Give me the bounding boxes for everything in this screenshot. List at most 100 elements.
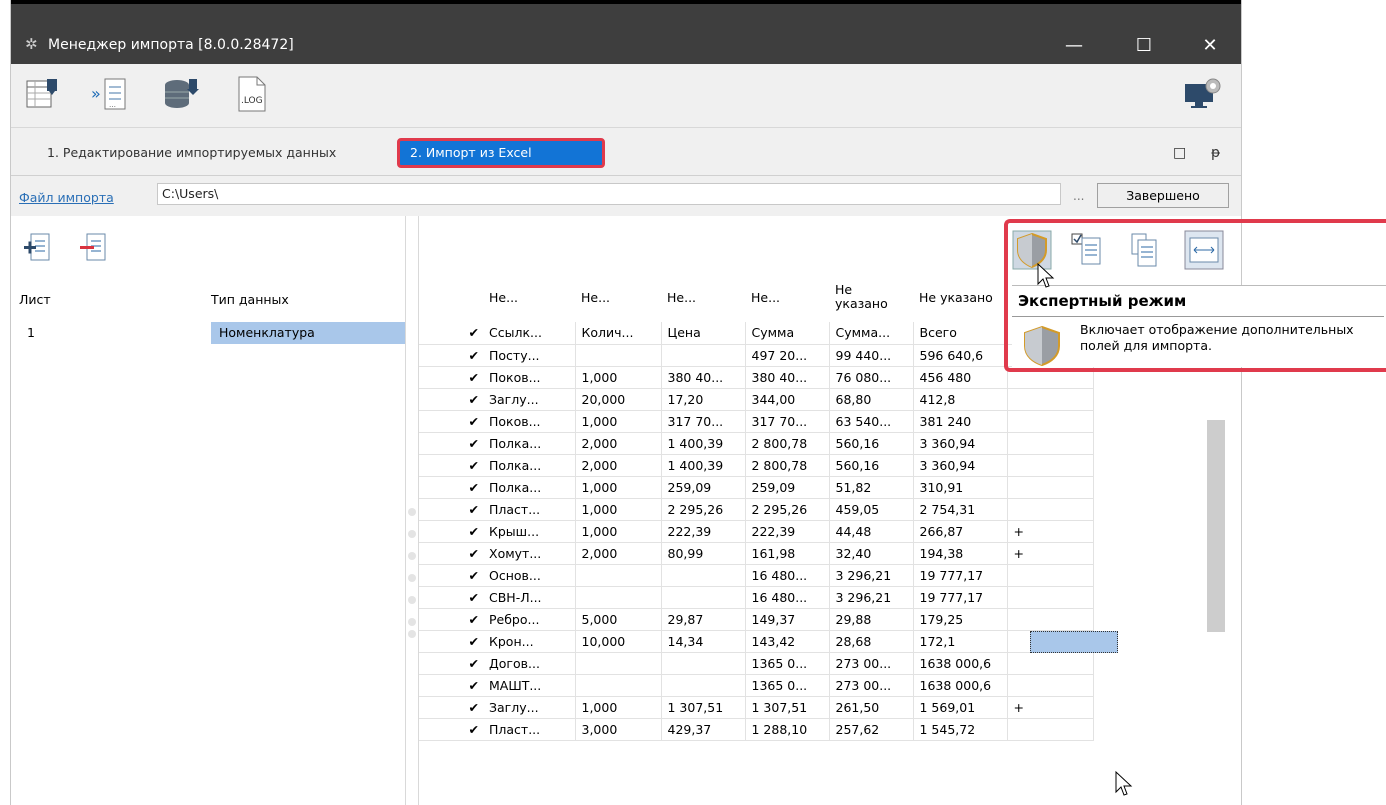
grid-cell[interactable]: 317 70... (745, 410, 830, 433)
grid-cell[interactable] (575, 344, 662, 367)
row-check[interactable]: ✔ (419, 366, 483, 389)
grid-cell[interactable]: Хомут... (483, 542, 576, 565)
grid-header[interactable]: Не... (745, 272, 829, 322)
table-row[interactable]: ✔ Поков... 1,000 317 70... 317 70... 63 540..… (419, 410, 1094, 433)
grid-cell[interactable]: + (1007, 696, 1094, 719)
file-path-field[interactable]: C:\Users\ (157, 183, 1061, 205)
grid-cell[interactable]: Сумма... (829, 322, 914, 345)
grid-cell[interactable]: 143,42 (745, 630, 830, 653)
table-row[interactable]: ✔ Крыш... 1,000 222,39 222,39 44,48 266,87 + (419, 520, 1094, 543)
grid-cell[interactable]: Поков... (483, 366, 576, 389)
grid-cell[interactable]: 32,40 (829, 542, 914, 565)
grid-cell[interactable]: 257,62 (829, 718, 914, 741)
grid-cell[interactable]: Полка... (483, 476, 576, 499)
grid-header[interactable]: Не... (575, 272, 661, 322)
grid-cell[interactable]: 429,37 (661, 718, 746, 741)
grid-cell[interactable]: 44,48 (829, 520, 914, 543)
grid-cell[interactable]: 51,82 (829, 476, 914, 499)
grid-cell[interactable] (1007, 718, 1094, 741)
row-check[interactable]: ✔ (419, 344, 483, 367)
grid-cell[interactable]: Пласт... (483, 718, 576, 741)
grid-cell[interactable]: 560,16 (829, 432, 914, 455)
grid-cell[interactable]: Заглу... (483, 388, 576, 411)
import-file-link[interactable]: Файл импорта (19, 190, 114, 205)
grid-cell[interactable]: 19 777,17 (913, 586, 1008, 609)
table-row[interactable]: ✔ Поков... 1,000 380 40... 380 40... 76 080..… (419, 366, 1094, 389)
table-row[interactable]: ✔ Заглу... 1,000 1 307,51 1 307,51 261,50 1 56… (419, 696, 1094, 719)
vertical-scrollbar-thumb[interactable] (1207, 420, 1225, 632)
grid-cell[interactable] (575, 564, 662, 587)
grid-cell[interactable]: 3 296,21 (829, 586, 914, 609)
grid-cell[interactable]: 1365 0... (745, 652, 830, 675)
grid-cell[interactable]: 5,000 (575, 608, 662, 631)
row-check[interactable]: ✔ (419, 410, 483, 433)
grid-cell[interactable]: Полка... (483, 454, 576, 477)
grid-cell[interactable]: 310,91 (913, 476, 1008, 499)
grid-cell[interactable]: 16 480... (745, 564, 830, 587)
browse-button[interactable]: ... (1073, 189, 1084, 203)
grid-cell[interactable]: Полка... (483, 432, 576, 455)
grid-cell[interactable]: 2 800,78 (745, 454, 830, 477)
grid-cell[interactable]: Ребро... (483, 608, 576, 631)
grid-cell[interactable]: Заглу... (483, 696, 576, 719)
remove-sheet-icon[interactable] (79, 232, 107, 261)
table-row[interactable]: ✔ Хомут... 2,000 80,99 161,98 32,40 194,38 + (419, 542, 1094, 565)
tab-edit-data[interactable]: 1. Редактирование импортируемых данных (37, 138, 346, 168)
grid-cell[interactable]: Всего (913, 322, 1008, 345)
grid-cell[interactable] (661, 344, 746, 367)
grid-cell[interactable]: Основ... (483, 564, 576, 587)
close-button[interactable]: ✕ (1187, 32, 1233, 60)
grid-cell[interactable] (575, 652, 662, 675)
grid-cell[interactable]: 1365 0... (745, 674, 830, 697)
grid-cell[interactable]: 161,98 (745, 542, 830, 565)
row-check[interactable]: ✔ (419, 432, 483, 455)
grid-cell[interactable]: 259,09 (745, 476, 830, 499)
grid-cell[interactable]: 3 360,94 (913, 432, 1008, 455)
table-row[interactable]: ✔ Полка... 2,000 1 400,39 2 800,78 560,16 3 36… (419, 432, 1094, 455)
table-row[interactable]: ✔ Полка... 1,000 259,09 259,09 51,82 310,91 (419, 476, 1094, 499)
row-check[interactable]: ✔ (419, 454, 483, 477)
grid-cell[interactable]: 380 40... (661, 366, 746, 389)
grid-cell[interactable] (1007, 388, 1094, 411)
grid-cell[interactable]: Догов... (483, 652, 576, 675)
grid-cell[interactable]: Сумма (745, 322, 830, 345)
grid-cell[interactable] (1007, 652, 1094, 675)
grid-cell[interactable]: 16 480... (745, 586, 830, 609)
row-check[interactable]: ✔ (419, 630, 483, 653)
grid-cell[interactable]: 259,09 (661, 476, 746, 499)
import-arrows-icon[interactable]: »… (91, 72, 131, 116)
grid-cell[interactable]: 380 40... (745, 366, 830, 389)
grid-cell[interactable]: 2 800,78 (745, 432, 830, 455)
row-check[interactable]: ✔ (419, 476, 483, 499)
database-import-icon[interactable] (161, 72, 201, 116)
minimize-button[interactable]: — (1051, 32, 1097, 60)
grid-cell[interactable]: 317 70... (661, 410, 746, 433)
grid-cell[interactable]: 1 288,10 (745, 718, 830, 741)
grid-cell[interactable] (1007, 410, 1094, 433)
grid-cell[interactable] (661, 564, 746, 587)
table-row[interactable]: ✔ Пласт... 1,000 2 295,26 2 295,26 459,05 2 75… (419, 498, 1094, 521)
grid-cell[interactable]: Цена (661, 322, 746, 345)
grid-cell[interactable]: 266,87 (913, 520, 1008, 543)
grid-cell[interactable]: 3,000 (575, 718, 662, 741)
grid-cell[interactable]: 19 777,17 (913, 564, 1008, 587)
grid-cell[interactable]: 1,000 (575, 520, 662, 543)
grid-cell[interactable]: 2,000 (575, 542, 662, 565)
grid-cell[interactable]: 1 545,72 (913, 718, 1008, 741)
grid-cell[interactable]: 381 240 (913, 410, 1008, 433)
grid-cell[interactable]: 497 20... (745, 344, 830, 367)
grid-cell[interactable]: 149,37 (745, 608, 830, 631)
table-row[interactable]: ✔ Догов... 1365 0... 273 00... 1638 000,6 (419, 652, 1094, 675)
grid-cell[interactable]: 99 440... (829, 344, 914, 367)
row-check[interactable]: ✔ (419, 520, 483, 543)
grid-cell[interactable]: 1638 000,6 (913, 674, 1008, 697)
grid-cell[interactable]: Поков... (483, 410, 576, 433)
grid-cell[interactable]: 14,34 (661, 630, 746, 653)
grid-cell[interactable]: + (1007, 542, 1094, 565)
grid-cell[interactable]: 456 480 (913, 366, 1008, 389)
grid-cell[interactable]: Посту... (483, 344, 576, 367)
grid-cell[interactable]: 194,38 (913, 542, 1008, 565)
grid-cell[interactable]: 1 400,39 (661, 432, 746, 455)
grid-cell[interactable]: Крыш... (483, 520, 576, 543)
grid-cell[interactable] (1007, 564, 1094, 587)
